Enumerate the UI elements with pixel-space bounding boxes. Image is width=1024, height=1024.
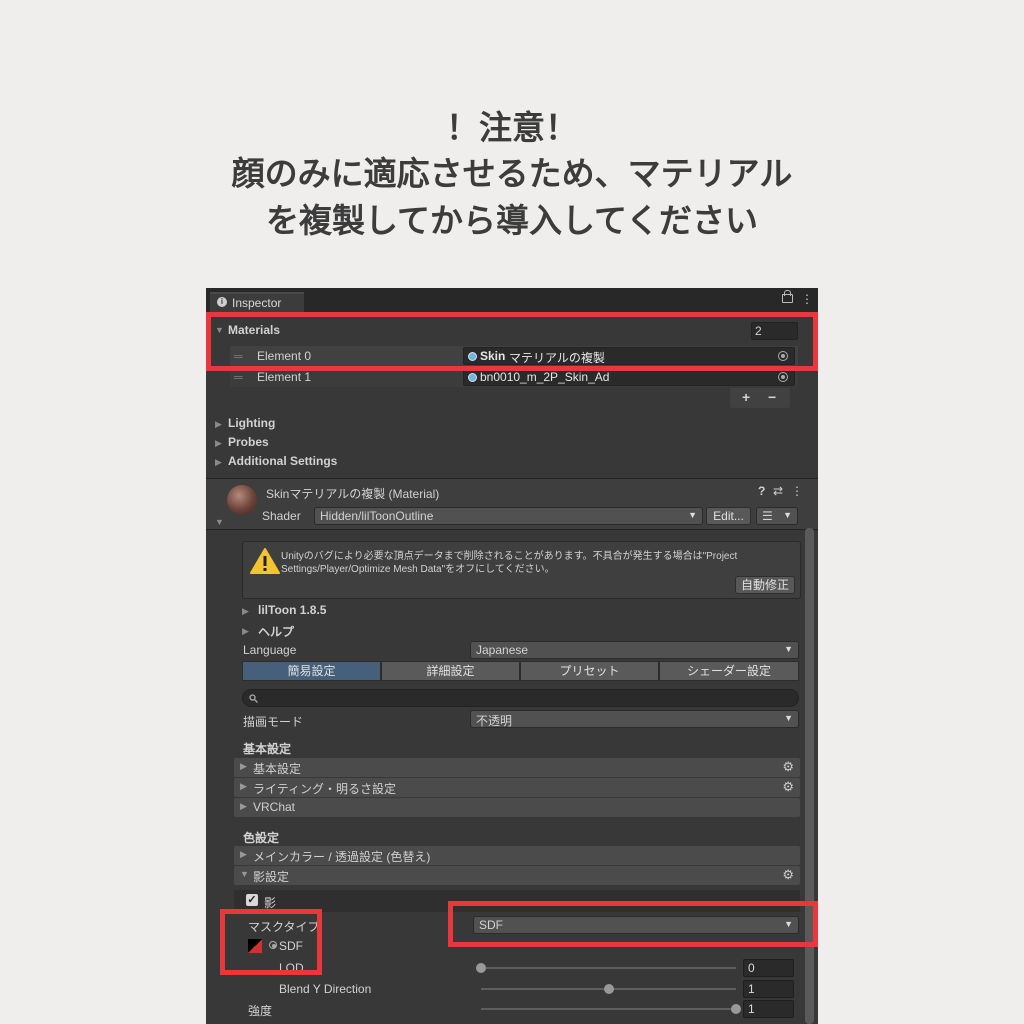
list-buttons: + − xyxy=(730,388,790,408)
material-icon xyxy=(468,373,477,382)
arrow-right-icon: ▶ xyxy=(240,849,247,859)
lighting-arrow-icon[interactable]: ▶ xyxy=(215,419,222,430)
render-mode-dropdown[interactable]: 不透明 ▼ xyxy=(470,710,799,728)
language-dropdown[interactable]: Japanese ▼ xyxy=(470,641,799,659)
search-icon xyxy=(249,694,258,703)
fold-lighting-brightness[interactable]: ▶ ライティング・明るさ設定 ⚙ xyxy=(234,778,800,797)
material-preview-icon xyxy=(227,485,257,515)
scrollbar[interactable] xyxy=(805,528,814,1024)
blend-slider-handle[interactable] xyxy=(603,984,614,994)
shader-value: Hidden/lilToonOutline xyxy=(320,509,434,523)
object-picker-icon[interactable] xyxy=(778,372,788,382)
chevron-down-icon: ▼ xyxy=(784,644,793,654)
material-title: Skinマテリアルの複製 (Material) xyxy=(266,487,440,501)
info-icon: i xyxy=(217,297,227,307)
blend-y-direction-label: Blend Y Direction xyxy=(279,982,372,996)
render-mode-value: 不透明 xyxy=(476,714,513,728)
help-foldout[interactable]: ヘルプ xyxy=(258,623,294,640)
drag-handle-icon[interactable]: ═ xyxy=(234,370,243,384)
chevron-down-icon: ▼ xyxy=(783,510,792,520)
kebab-menu-icon[interactable]: ⋮ xyxy=(801,293,813,305)
strength-label: 強度 xyxy=(248,1004,273,1018)
notice-line-2: 顔のみに適応させるため、マテリアル xyxy=(231,154,793,193)
lighting-section[interactable]: Lighting xyxy=(228,416,275,430)
probes-section[interactable]: Probes xyxy=(228,435,269,449)
strength-slider-handle[interactable] xyxy=(731,1004,741,1014)
remove-element-button[interactable]: − xyxy=(768,389,776,405)
edit-shader-button[interactable]: Edit... xyxy=(706,507,751,525)
language-label: Language xyxy=(243,643,297,657)
material-foldout-arrow-icon[interactable]: ▼ xyxy=(215,517,224,527)
shader-options-dropdown[interactable]: ☰ ▼ xyxy=(756,507,798,525)
chevron-down-icon: ▼ xyxy=(688,510,697,520)
arrow-right-icon: ▶ xyxy=(240,781,247,791)
element-1-value: bn0010_m_2P_Skin_Ad xyxy=(480,370,610,384)
help-arrow-icon[interactable]: ▶ xyxy=(242,626,249,637)
fold-basic-settings[interactable]: ▶ 基本設定 ⚙ xyxy=(234,758,800,777)
chevron-down-icon: ▼ xyxy=(784,713,793,723)
warning-box: Unityのバグにより必要な頂点データまで削除されることがあります。不具合が発生… xyxy=(242,541,801,599)
tab-shader-settings[interactable]: シェーダー設定 xyxy=(659,661,799,681)
gear-icon[interactable]: ⚙ xyxy=(782,759,794,775)
fold-main-color[interactable]: ▶ メインカラー / 透過設定 (色替え) xyxy=(234,846,800,865)
lod-value-field[interactable]: 0 xyxy=(743,959,794,977)
fold-vrchat[interactable]: ▶ VRChat xyxy=(234,798,800,817)
add-element-button[interactable]: + xyxy=(742,389,750,405)
additional-settings-arrow-icon[interactable]: ▶ xyxy=(215,457,222,468)
gear-icon[interactable]: ⚙ xyxy=(782,779,794,795)
strength-slider-track[interactable] xyxy=(481,1008,736,1010)
lock-icon[interactable] xyxy=(782,290,793,303)
fold-label: VRChat xyxy=(253,800,296,814)
basic-settings-heading: 基本設定 xyxy=(243,742,292,756)
blend-value-field[interactable]: 1 xyxy=(743,980,794,998)
warning-icon xyxy=(250,548,280,574)
inspector-panel: i Inspector ⋮ ▼ Materials 2 ═ Element 0 … xyxy=(206,288,818,1024)
inspector-tab[interactable]: i Inspector xyxy=(210,292,304,312)
language-value: Japanese xyxy=(476,643,529,657)
highlight-mask-type-label xyxy=(220,909,322,975)
fold-label: メインカラー / 透過設定 (色替え) xyxy=(253,850,431,864)
probes-arrow-icon[interactable]: ▶ xyxy=(215,438,222,449)
fold-shadow-settings[interactable]: ▼ 影設定 ⚙ xyxy=(234,866,800,885)
gear-icon[interactable]: ⚙ xyxy=(782,867,794,883)
tab-presets[interactable]: プリセット xyxy=(520,661,659,681)
lod-slider-track[interactable] xyxy=(481,967,736,969)
tab-detail-settings[interactable]: 詳細設定 xyxy=(381,661,520,681)
preset-icon[interactable]: ⇄ xyxy=(773,484,783,498)
liltoon-arrow-icon[interactable]: ▶ xyxy=(242,606,249,617)
help-icon[interactable]: ? xyxy=(758,484,765,498)
list-icon: ☰ xyxy=(762,509,773,523)
shader-dropdown[interactable]: Hidden/lilToonOutline ▼ xyxy=(314,507,703,525)
notice-title: ！注意！ xyxy=(446,108,578,147)
kebab-menu-icon[interactable]: ⋮ xyxy=(791,484,803,498)
color-settings-heading: 色設定 xyxy=(243,831,280,845)
fold-label: ライティング・明るさ設定 xyxy=(253,782,397,796)
search-input[interactable] xyxy=(242,689,799,707)
highlight-mask-type-dropdown xyxy=(448,901,818,947)
liltoon-version[interactable]: lilToon 1.8.5 xyxy=(258,603,326,617)
tab-simple-settings[interactable]: 簡易設定 xyxy=(242,661,381,681)
inspector-tab-bar: i Inspector ⋮ xyxy=(206,288,818,312)
notice-line-3: を複製してから導入してください xyxy=(265,201,759,240)
element-1-label: Element 1 xyxy=(257,370,312,384)
shader-label: Shader xyxy=(262,509,301,523)
strength-value-field[interactable]: 1 xyxy=(743,1000,794,1018)
additional-settings-section[interactable]: Additional Settings xyxy=(228,454,337,468)
fold-label: 基本設定 xyxy=(253,762,302,776)
highlight-element-0 xyxy=(206,312,818,371)
warning-text-line-2: Settings/Player/Optimize Mesh Data"をオフにし… xyxy=(281,564,555,575)
arrow-right-icon: ▶ xyxy=(240,801,247,811)
arrow-down-icon: ▼ xyxy=(240,869,249,879)
lod-slider-handle[interactable] xyxy=(476,963,486,973)
divider xyxy=(206,529,818,530)
render-mode-label: 描画モード xyxy=(243,715,304,729)
fold-label: 影設定 xyxy=(253,870,290,884)
auto-fix-button[interactable]: 自動修正 xyxy=(735,576,795,594)
inspector-tab-label: Inspector xyxy=(232,296,282,310)
shadow-checkbox[interactable]: ✓ xyxy=(246,894,258,906)
arrow-right-icon: ▶ xyxy=(240,761,247,771)
